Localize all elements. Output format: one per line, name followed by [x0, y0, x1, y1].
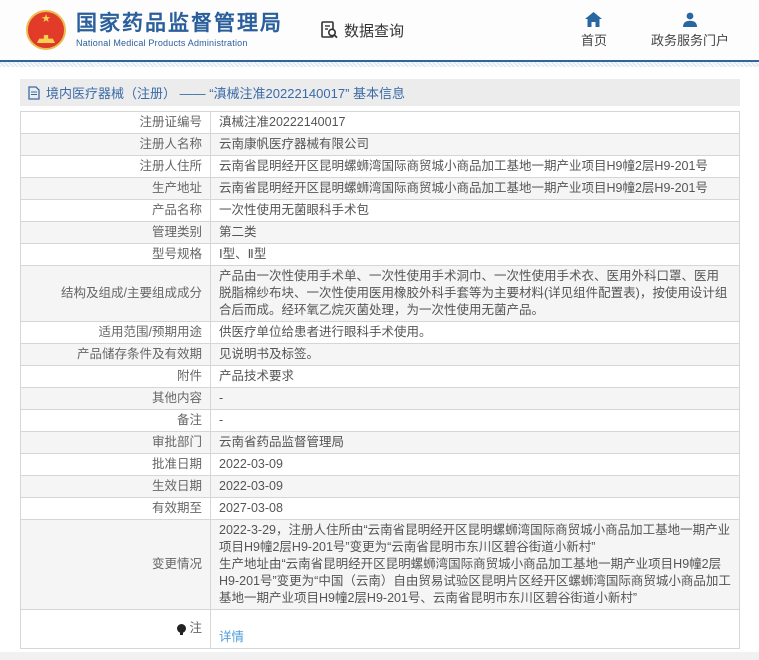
field-value: Ⅰ型、Ⅱ型 [211, 244, 740, 266]
table-row: 注册证编号滇械注准20222140017 [21, 112, 740, 134]
footer-strip [0, 652, 759, 660]
field-value: 2022-3-29，注册人住所由“云南省昆明经开区昆明螺蛳湾国际商贸城小商品加工… [211, 520, 740, 610]
note-label: 注 [189, 620, 202, 637]
field-value: 2027-03-08 [211, 498, 740, 520]
field-value: 2022-03-09 [211, 476, 740, 498]
nav-home[interactable]: 首页 [581, 12, 607, 49]
field-label: 型号规格 [21, 244, 211, 266]
field-label: 管理类别 [21, 222, 211, 244]
field-label: 变更情况 [21, 520, 211, 610]
field-value: 第二类 [211, 222, 740, 244]
field-label: 生产地址 [21, 178, 211, 200]
table-row: 变更情况2022-3-29，注册人住所由“云南省昆明经开区昆明螺蛳湾国际商贸城小… [21, 520, 740, 610]
field-label: 注册人名称 [21, 134, 211, 156]
brand-text: 国家药品监督管理局 National Medical Products Admi… [76, 12, 283, 48]
data-query-nav[interactable]: 数据查询 [319, 20, 404, 41]
registration-info-table: 注册证编号滇械注准20222140017注册人名称云南康帆医疗器械有限公司注册人… [20, 111, 740, 649]
field-label: 附件 [21, 366, 211, 388]
page-title: 境内医疗器械（注册） —— “滇械注准20222140017” 基本信息 [46, 83, 405, 102]
table-row: 附件产品技术要求 [21, 366, 740, 388]
detail-link[interactable]: 详情 [219, 630, 244, 644]
field-label: 产品名称 [21, 200, 211, 222]
table-row: 其他内容- [21, 388, 740, 410]
table-row: 审批部门云南省药品监督管理局 [21, 432, 740, 454]
table-row: 有效期至2027-03-08 [21, 498, 740, 520]
header-links: 首页 政务服务门户 [581, 12, 737, 49]
table-row: 生产地址云南省昆明经开区昆明螺蛳湾国际商贸城小商品加工基地一期产业项目H9幢2层… [21, 178, 740, 200]
table-row: 备注- [21, 410, 740, 432]
header-divider-hatch [0, 62, 759, 67]
brand-subtitle: National Medical Products Administration [76, 38, 283, 48]
bulb-icon [177, 624, 186, 633]
field-label: 审批部门 [21, 432, 211, 454]
nav-service-portal[interactable]: 政务服务门户 [651, 12, 729, 49]
field-label: 产品储存条件及有效期 [21, 344, 211, 366]
field-label: 注册证编号 [21, 112, 211, 134]
note-value-cell: 详情 [211, 610, 740, 649]
table-row: 适用范围/预期用途供医疗单位给患者进行眼科手术使用。 [21, 322, 740, 344]
field-value: 云南省昆明经开区昆明螺蛳湾国际商贸城小商品加工基地一期产业项目H9幢2层H9-2… [211, 156, 740, 178]
nav-service-portal-label: 政务服务门户 [651, 30, 729, 49]
field-value: 云南康帆医疗器械有限公司 [211, 134, 740, 156]
data-query-label: 数据查询 [344, 20, 404, 41]
field-label: 注册人住所 [21, 156, 211, 178]
emblem-star-icon: ★ [41, 14, 51, 25]
table-row: 注册人住所云南省昆明经开区昆明螺蛳湾国际商贸城小商品加工基地一期产业项目H9幢2… [21, 156, 740, 178]
field-value: 云南省药品监督管理局 [211, 432, 740, 454]
national-emblem-logo: ★ [26, 10, 66, 50]
document-icon [28, 86, 40, 100]
field-value: 产品技术要求 [211, 366, 740, 388]
note-label-cell: 注 [21, 610, 211, 649]
info-table-body: 注册证编号滇械注准20222140017注册人名称云南康帆医疗器械有限公司注册人… [21, 112, 740, 649]
field-label: 其他内容 [21, 388, 211, 410]
table-row: 产品名称一次性使用无菌眼科手术包 [21, 200, 740, 222]
table-row: 结构及组成/主要组成成分产品由一次性使用手术单、一次性使用手术洞巾、一次性使用手… [21, 266, 740, 322]
field-value: - [211, 388, 740, 410]
field-value: 一次性使用无菌眼科手术包 [211, 200, 740, 222]
field-label: 批准日期 [21, 454, 211, 476]
note-row: 注 详情 [21, 610, 740, 649]
field-label: 备注 [21, 410, 211, 432]
field-value: 2022-03-09 [211, 454, 740, 476]
table-row: 产品储存条件及有效期见说明书及标签。 [21, 344, 740, 366]
emblem-gate-icon [37, 35, 55, 43]
field-value: 云南省昆明经开区昆明螺蛳湾国际商贸城小商品加工基地一期产业项目H9幢2层H9-2… [211, 178, 740, 200]
field-value: 见说明书及标签。 [211, 344, 740, 366]
field-value: 产品由一次性使用手术单、一次性使用手术洞巾、一次性使用手术衣、医用外科口罩、医用… [211, 266, 740, 322]
table-row: 批准日期2022-03-09 [21, 454, 740, 476]
field-label: 有效期至 [21, 498, 211, 520]
table-row: 管理类别第二类 [21, 222, 740, 244]
site-header: ★ 国家药品监督管理局 National Medical Products Ad… [0, 0, 759, 62]
field-label: 适用范围/预期用途 [21, 322, 211, 344]
field-value: 供医疗单位给患者进行眼科手术使用。 [211, 322, 740, 344]
field-value: - [211, 410, 740, 432]
field-value: 滇械注准20222140017 [211, 112, 740, 134]
data-query-icon [319, 20, 339, 40]
user-icon [682, 12, 698, 27]
table-row: 生效日期2022-03-09 [21, 476, 740, 498]
nav-home-label: 首页 [581, 30, 607, 49]
home-icon [585, 12, 602, 27]
field-label: 结构及组成/主要组成成分 [21, 266, 211, 322]
brand-title: 国家药品监督管理局 [76, 12, 283, 36]
page-title-bar: 境内医疗器械（注册） —— “滇械注准20222140017” 基本信息 [20, 79, 740, 106]
field-label: 生效日期 [21, 476, 211, 498]
table-row: 型号规格Ⅰ型、Ⅱ型 [21, 244, 740, 266]
table-row: 注册人名称云南康帆医疗器械有限公司 [21, 134, 740, 156]
